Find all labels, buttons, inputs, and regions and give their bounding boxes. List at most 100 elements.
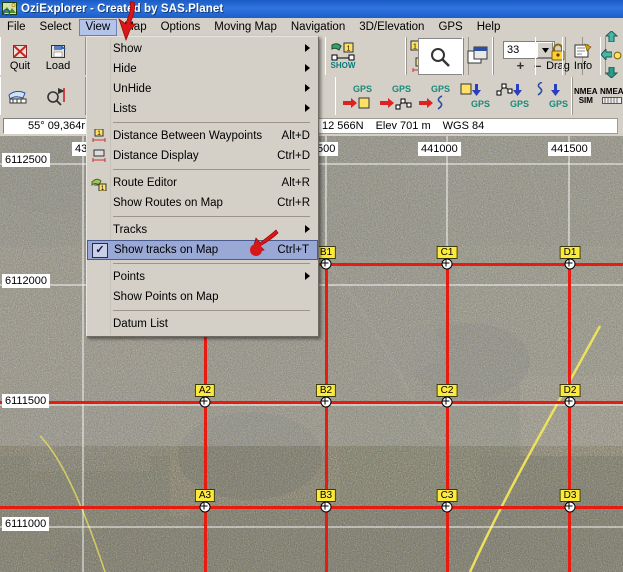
- menu-select[interactable]: Select: [33, 19, 79, 36]
- map-calibrate-button[interactable]: [1, 78, 39, 114]
- waypoint-label: D1: [559, 246, 581, 259]
- toolbar-group-map-tools: [0, 77, 86, 115]
- menu-options[interactable]: Options: [154, 19, 208, 36]
- menu-item-hide[interactable]: Hide: [87, 59, 318, 79]
- waypoint-marker[interactable]: [564, 258, 576, 270]
- submenu-arrow-icon: [305, 64, 310, 74]
- menu-item-show[interactable]: Show: [87, 39, 318, 59]
- gps-to-routes-button[interactable]: GPS: [375, 78, 414, 114]
- waypoint-marker[interactable]: [199, 501, 211, 513]
- waypoint-marker[interactable]: [320, 501, 332, 513]
- checkbox-checked-icon[interactable]: ✓: [92, 243, 108, 258]
- load-label: Load: [45, 59, 71, 72]
- quit-button[interactable]: Quit: [1, 38, 39, 74]
- toolbar-group-pan: [600, 30, 623, 79]
- menu-file[interactable]: File: [0, 19, 33, 36]
- toolbar-group-waypoints: 1 SHOW: [325, 37, 407, 75]
- track-line-row2: [0, 401, 623, 404]
- menu-item-points[interactable]: Points: [87, 267, 318, 287]
- svg-text:SHOW: SHOW: [331, 61, 356, 70]
- waypoint-marker[interactable]: [441, 258, 453, 270]
- track-line-row3: [0, 506, 623, 509]
- waypoint-marker[interactable]: [441, 396, 453, 408]
- submenu-arrow-icon: [305, 84, 310, 94]
- waypoint-show-button[interactable]: 1 SHOW: [326, 38, 364, 74]
- menu-item-datum-list[interactable]: Datum List: [87, 314, 318, 334]
- gps-download-routes-icon: GPS: [378, 84, 412, 110]
- menu-item-show-points-on-map[interactable]: Show Points on Map: [87, 287, 318, 307]
- waypoint-marker[interactable]: [320, 396, 332, 408]
- waypoint-marker[interactable]: [564, 396, 576, 408]
- gps-upload-waypoints-icon: GPS: [457, 83, 491, 109]
- menu-map[interactable]: Map: [117, 19, 153, 36]
- menu-item-label: Lists: [113, 103, 137, 115]
- menu-view[interactable]: View: [78, 18, 118, 36]
- gps-to-waypoints-button[interactable]: GPS: [336, 78, 375, 114]
- svg-text:GPS: GPS: [431, 84, 450, 94]
- submenu-arrow-icon: [305, 104, 310, 114]
- waypoints-to-gps-button[interactable]: GPS: [454, 78, 493, 114]
- route-editor-icon: 1: [90, 175, 108, 191]
- waypoint-label: A3: [194, 489, 216, 502]
- toolbar-group-zoom-tool: [418, 38, 464, 75]
- waypoint-distance-icon: 1: [90, 128, 108, 144]
- menu-item-label: Hide: [113, 63, 137, 75]
- pan-left-icon[interactable]: [600, 47, 613, 65]
- menu-separator: [113, 169, 310, 170]
- waypoint-label: D3: [559, 489, 581, 502]
- menu-item-label: Points: [113, 271, 145, 283]
- menu-item-tracks[interactable]: Tracks: [87, 220, 318, 240]
- toolbar-group-gps-transfer: GPS GPS GPS GPS GPS GPS: [335, 77, 573, 115]
- load-button[interactable]: Load: [39, 38, 77, 74]
- menu-item-show-routes-on-map[interactable]: Show Routes on Map Ctrl+R: [87, 193, 318, 213]
- menu-moving-map[interactable]: Moving Map: [207, 19, 284, 36]
- waypoint-marker[interactable]: [199, 396, 211, 408]
- info-button[interactable]: Info: [563, 38, 603, 74]
- routes-to-gps-button[interactable]: GPS: [493, 78, 532, 114]
- waypoint-label: C3: [436, 489, 458, 502]
- northing-label: 6112500: [2, 153, 51, 167]
- menu-item-shortcut: Ctrl+R: [277, 197, 310, 209]
- easting-label: 441000: [418, 142, 461, 156]
- menu-3d-elevation[interactable]: 3D/Elevation: [352, 19, 431, 36]
- title-bar: OziExplorer - Created by SAS.Planet: [0, 0, 623, 18]
- menu-item-label: Datum List: [113, 318, 168, 330]
- waypoint-marker[interactable]: [564, 501, 576, 513]
- menu-item-label: Show Routes on Map: [113, 197, 223, 209]
- gps-download-tracks-icon: GPS: [417, 84, 451, 110]
- gps-upload-tracks-icon: GPS: [535, 82, 569, 109]
- gps-to-tracks-button[interactable]: GPS: [415, 78, 454, 114]
- waypoint-marker[interactable]: [320, 258, 332, 270]
- svg-text:1: 1: [413, 44, 417, 51]
- menu-navigation[interactable]: Navigation: [284, 19, 352, 36]
- menu-bar: File Select View Map Options Moving Map Naviga…: [0, 18, 623, 37]
- submenu-arrow-icon: [305, 225, 310, 235]
- easting-label: 441500: [548, 142, 591, 156]
- zoom-tool-button[interactable]: [419, 39, 461, 75]
- pan-center-icon[interactable]: [613, 47, 622, 65]
- zoom-in-button[interactable]: +: [517, 59, 525, 72]
- menu-gps[interactable]: GPS: [431, 19, 469, 36]
- svg-text:GPS: GPS: [392, 84, 411, 94]
- nmea-sim-button[interactable]: NMEA SIM: [572, 78, 600, 114]
- waypoint-marker[interactable]: [441, 501, 453, 513]
- menu-help[interactable]: Help: [470, 19, 508, 36]
- view-dropdown-menu[interactable]: Show Hide UnHide Lists 1 Distance Between Way…: [86, 36, 319, 337]
- nmea-button[interactable]: NMEA: [600, 78, 623, 114]
- menu-separator: [113, 310, 310, 311]
- svg-text:GPS: GPS: [549, 99, 568, 109]
- tracks-to-gps-button[interactable]: GPS: [533, 78, 572, 114]
- quit-icon: [10, 42, 30, 62]
- svg-text:GPS: GPS: [510, 99, 529, 109]
- menu-item-lists[interactable]: Lists: [87, 99, 318, 119]
- menu-item-distance-display[interactable]: Distance Display Ctrl+D: [87, 146, 318, 166]
- pan-up-icon[interactable]: [604, 29, 619, 47]
- calibrate-icon: [7, 86, 33, 106]
- menu-item-show-tracks-on-map[interactable]: ✓ Show tracks on Map Ctrl+T: [87, 240, 318, 260]
- menu-item-route-editor[interactable]: 1 Route Editor Alt+R: [87, 173, 318, 193]
- menu-item-unhide[interactable]: UnHide: [87, 79, 318, 99]
- copy-map-button[interactable]: [463, 38, 493, 74]
- position-status: 12 566N Elev 701 m WGS 84: [318, 118, 618, 134]
- menu-item-distance-between-waypoints[interactable]: 1 Distance Between Waypoints Alt+D: [87, 126, 318, 146]
- map-pointer-button[interactable]: [39, 78, 77, 114]
